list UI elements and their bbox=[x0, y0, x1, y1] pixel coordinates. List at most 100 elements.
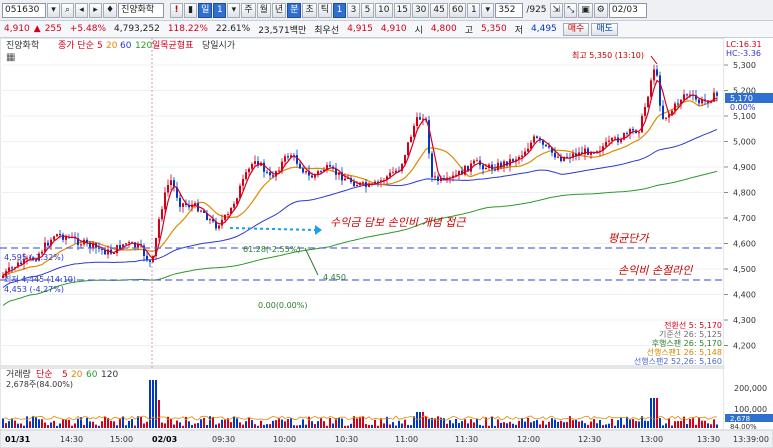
volume-bar bbox=[98, 425, 100, 428]
volume-bar bbox=[251, 420, 253, 428]
volume-bar bbox=[536, 419, 538, 428]
volume-tick-200k: 200,000 bbox=[734, 384, 767, 393]
minute-45-button[interactable]: 45 bbox=[430, 2, 448, 18]
date-input[interactable]: 02/03 bbox=[608, 2, 647, 18]
candle-body bbox=[221, 219, 223, 226]
search-icon[interactable]: ⌕ bbox=[61, 2, 74, 18]
current-price-tag-text: 5,170 bbox=[730, 94, 753, 103]
chart-tool-icon[interactable]: ▦ bbox=[6, 52, 15, 63]
volume-bar bbox=[623, 424, 625, 428]
price-tick-label: 5,100 bbox=[733, 112, 756, 121]
volume-bar bbox=[518, 420, 520, 428]
sell-button[interactable]: 매도 bbox=[591, 22, 618, 36]
dropdown-button[interactable]: ▾ bbox=[47, 2, 60, 18]
period-month-button[interactable]: 월 bbox=[256, 2, 271, 18]
minute-60-button[interactable]: 60 bbox=[448, 2, 467, 18]
volume-bar bbox=[500, 422, 502, 428]
volume-bar bbox=[563, 422, 565, 428]
candle-body bbox=[677, 103, 679, 105]
volume-bar bbox=[296, 425, 298, 428]
period-tick-button[interactable]: 틱 bbox=[317, 2, 333, 18]
period-year-button[interactable]: 년 bbox=[271, 2, 287, 18]
volume-ratio: 118.22% bbox=[167, 24, 208, 34]
volume-bar bbox=[302, 419, 304, 428]
period-minute-button[interactable]: 분 bbox=[287, 2, 302, 18]
candle-body bbox=[683, 94, 685, 100]
stock-code-input[interactable]: 051630 bbox=[2, 2, 46, 18]
volume-bar bbox=[194, 423, 196, 428]
volume-bar bbox=[263, 424, 265, 428]
volume-bar bbox=[206, 424, 208, 428]
period-second-button[interactable]: 초 bbox=[302, 2, 317, 18]
buy-button[interactable]: 매수 bbox=[562, 22, 590, 36]
candle-body bbox=[620, 139, 622, 143]
scale-icon[interactable]: ⤡ bbox=[564, 2, 578, 18]
save-icon[interactable]: ▣ bbox=[578, 2, 593, 18]
minute-custom-button[interactable]: 1 bbox=[467, 2, 481, 18]
settings-icon[interactable]: ⚙ bbox=[593, 2, 608, 18]
volume-bar bbox=[392, 422, 394, 428]
minute-15-button[interactable]: 15 bbox=[393, 2, 411, 18]
candle-body bbox=[356, 185, 358, 187]
volume-bar bbox=[248, 417, 250, 428]
volume-bar bbox=[164, 423, 166, 428]
minute-1-button[interactable]: 1 bbox=[333, 2, 347, 18]
candle-body bbox=[437, 176, 439, 182]
chart-area[interactable]: 진양화학 종가 단순 5 20 60 120 일목균형표 당일시가 ▦ 최고 5… bbox=[0, 37, 773, 448]
candle-body bbox=[368, 184, 370, 187]
candle-body bbox=[269, 172, 271, 176]
candle-body bbox=[305, 170, 307, 173]
volume-bar bbox=[356, 418, 358, 428]
volume-bar bbox=[482, 425, 484, 428]
candle-body bbox=[521, 155, 523, 157]
minute-10-button[interactable]: 10 bbox=[375, 2, 393, 18]
custom-dropdown[interactable]: ▾ bbox=[481, 2, 495, 18]
price-axis: LC:16.31 HC:-3.36 5,3005,2005,1005,0004,… bbox=[724, 38, 773, 366]
page-input[interactable]: 352 bbox=[495, 2, 524, 18]
price-tick-label: 4,500 bbox=[733, 265, 756, 274]
candle-body bbox=[716, 92, 718, 96]
volume-bar bbox=[287, 418, 289, 428]
period-day-count[interactable]: 1 bbox=[213, 2, 227, 18]
volume-bar bbox=[326, 425, 328, 428]
stoploss-annotation: 손익비 손절라인 bbox=[618, 264, 693, 277]
period-day-button[interactable]: 일 bbox=[198, 2, 213, 18]
volume-bar bbox=[320, 418, 322, 428]
candle-body bbox=[632, 129, 634, 131]
volume-bar bbox=[539, 424, 541, 428]
candle-body bbox=[665, 117, 667, 119]
hc-label: HC:-3.36 bbox=[726, 49, 761, 58]
volume-bar bbox=[572, 420, 574, 428]
volume-bar bbox=[239, 422, 241, 428]
candle-body bbox=[311, 175, 313, 178]
minute-3-button[interactable]: 3 bbox=[347, 2, 361, 18]
zoom-icon[interactable]: ⇲ bbox=[549, 2, 564, 18]
volume-bar bbox=[407, 424, 409, 428]
period-dropdown[interactable]: ▾ bbox=[227, 2, 241, 18]
bid-label: 최우선 bbox=[314, 25, 340, 36]
volume-bar bbox=[620, 417, 622, 428]
next-icon[interactable]: ▸ bbox=[89, 2, 102, 18]
chart-svg[interactable]: 진양화학 종가 단순 5 20 60 120 일목균형표 당일시가 ▦ 최고 5… bbox=[0, 37, 773, 448]
favorite-icon[interactable]: ♦ bbox=[103, 2, 118, 18]
volume-bar bbox=[524, 421, 526, 428]
candle-body bbox=[611, 138, 613, 141]
chart-type-icon[interactable]: ▮ bbox=[184, 2, 198, 18]
volume-bar bbox=[644, 420, 646, 428]
candle-body bbox=[605, 141, 607, 147]
volume-bar bbox=[74, 423, 76, 428]
volume-bar bbox=[254, 424, 256, 428]
prev-icon[interactable]: ◂ bbox=[75, 2, 88, 18]
quote-bar: 4,910 ▲ 255 +5.48% 4,793,252 118.22% 22.… bbox=[0, 21, 773, 38]
alert-button[interactable]: ! bbox=[170, 2, 184, 18]
volume-bar bbox=[347, 425, 349, 428]
open-label: 시 bbox=[414, 25, 423, 36]
candle-body bbox=[554, 152, 556, 158]
volume-bar bbox=[110, 420, 112, 428]
minute-30-button[interactable]: 30 bbox=[411, 2, 430, 18]
candle-body bbox=[80, 244, 82, 246]
minute-5-button[interactable]: 5 bbox=[361, 2, 375, 18]
period-week-button[interactable]: 주 bbox=[241, 2, 256, 18]
volume-bar bbox=[410, 425, 412, 428]
volume-bar bbox=[257, 425, 259, 428]
